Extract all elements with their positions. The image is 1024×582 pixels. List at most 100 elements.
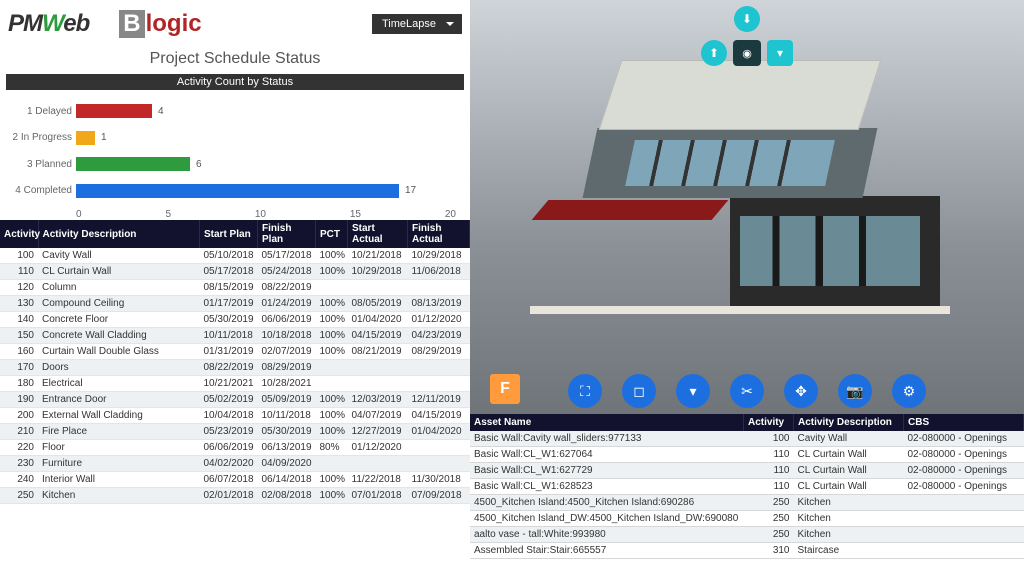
table-row[interactable]: 110CL Curtain Wall05/17/201805/24/201810… xyxy=(0,264,470,280)
chart-bar[interactable] xyxy=(76,184,399,198)
model-viewer[interactable]: ⬇ ⬆ ◉ ▾ F ⛶ ◻ ▾ ✂ ✥ 📷 ⚙ xyxy=(470,0,1024,414)
table-row[interactable]: Basic Wall:CL_W1:628523110CL Curtain Wal… xyxy=(470,479,1024,495)
table-cell: Concrete Floor xyxy=(38,312,200,328)
table-cell: 11/06/2018 xyxy=(408,264,470,280)
table-cell xyxy=(904,511,1024,527)
table-header[interactable]: Activity xyxy=(0,220,38,248)
table-row[interactable]: 220Floor06/06/201906/13/201980%01/12/202… xyxy=(0,440,470,456)
asset-table[interactable]: Asset NameActivityActivity DescriptionCB… xyxy=(470,414,1024,559)
status-bar-chart[interactable]: 1 Delayed2 In Progress3 Planned4 Complet… xyxy=(6,90,464,220)
table-cell: 07/09/2018 xyxy=(408,488,470,504)
table-row[interactable]: Assembled Stair:Stair:665557310Staircase xyxy=(470,543,1024,559)
table-cell: 80% xyxy=(316,440,348,456)
table-row[interactable]: 100Cavity Wall05/10/201805/17/2018100%10… xyxy=(0,248,470,264)
table-cell xyxy=(408,360,470,376)
table-cell: External Wall Cladding xyxy=(38,408,200,424)
table-row[interactable]: 150Concrete Wall Cladding10/11/201810/18… xyxy=(0,328,470,344)
table-header[interactable]: Activity Description xyxy=(794,414,904,431)
table-cell xyxy=(316,280,348,296)
chart-x-tick: 10 xyxy=(255,209,266,220)
table-cell: 12/03/2019 xyxy=(348,392,408,408)
page-title: Project Schedule Status xyxy=(0,48,470,74)
table-cell: Kitchen xyxy=(794,495,904,511)
table-row[interactable]: Basic Wall:CL_W1:627064110CL Curtain Wal… xyxy=(470,447,1024,463)
table-cell: 04/02/2020 xyxy=(200,456,258,472)
table-cell: Floor xyxy=(38,440,200,456)
table-cell: Interior Wall xyxy=(38,472,200,488)
table-cell: 12/27/2019 xyxy=(348,424,408,440)
chart-y-label: 2 In Progress xyxy=(6,132,72,143)
table-header[interactable]: Start Plan xyxy=(200,220,258,248)
table-header[interactable]: CBS xyxy=(904,414,1024,431)
table-cell: 10/29/2018 xyxy=(408,248,470,264)
table-cell: 02/07/2019 xyxy=(258,344,316,360)
table-cell: 05/17/2018 xyxy=(258,248,316,264)
table-header[interactable]: Finish Plan xyxy=(258,220,316,248)
table-cell: 08/22/2019 xyxy=(258,280,316,296)
chart-x-tick: 15 xyxy=(350,209,361,220)
chart-bar[interactable] xyxy=(76,157,190,171)
table-row[interactable]: aalto vase - tall:White:993980250Kitchen xyxy=(470,527,1024,543)
table-header[interactable]: Finish Actual xyxy=(408,220,470,248)
table-cell xyxy=(348,360,408,376)
scroll-down-button[interactable]: ⬇ xyxy=(734,6,760,32)
table-header[interactable]: Activity xyxy=(744,414,794,431)
expand-button[interactable]: ⛶ xyxy=(568,374,602,408)
camera-button[interactable]: 📷 xyxy=(838,374,872,408)
table-header[interactable]: Start Actual xyxy=(348,220,408,248)
chart-title: Activity Count by Status xyxy=(6,74,464,90)
settings-button[interactable]: ⚙ xyxy=(892,374,926,408)
chart-x-tick: 5 xyxy=(165,209,171,220)
table-cell: 100% xyxy=(316,248,348,264)
table-row[interactable]: 250Kitchen02/01/201802/08/2018100%07/01/… xyxy=(0,488,470,504)
table-row[interactable]: 170Doors08/22/201908/29/2019 xyxy=(0,360,470,376)
chart-bar[interactable] xyxy=(76,131,95,145)
schedule-table[interactable]: ActivityActivity DescriptionStart PlanFi… xyxy=(0,220,470,504)
filter-button[interactable]: ▾ xyxy=(767,40,793,66)
chart-bar-value: 17 xyxy=(405,185,416,196)
table-row[interactable]: 240Interior Wall06/07/201806/14/2018100%… xyxy=(0,472,470,488)
table-cell: 05/24/2018 xyxy=(258,264,316,280)
table-row[interactable]: 180Electrical10/21/202110/28/2021 xyxy=(0,376,470,392)
orbit-button[interactable]: ✥ xyxy=(784,374,818,408)
table-header[interactable]: PCT xyxy=(316,220,348,248)
table-cell: 150 xyxy=(0,328,38,344)
table-cell: Kitchen xyxy=(794,527,904,543)
table-row[interactable]: 210Fire Place05/23/201905/30/2019100%12/… xyxy=(0,424,470,440)
table-row[interactable]: Basic Wall:Cavity wall_sliders:977133100… xyxy=(470,431,1024,447)
scroll-up-button[interactable]: ⬆ xyxy=(701,40,727,66)
table-header[interactable]: Asset Name xyxy=(470,414,744,431)
table-cell: 100% xyxy=(316,424,348,440)
table-row[interactable]: 4500_Kitchen Island_DW:4500_Kitchen Isla… xyxy=(470,511,1024,527)
chart-bar[interactable] xyxy=(76,104,152,118)
table-row[interactable]: 230Furniture04/02/202004/09/2020 xyxy=(0,456,470,472)
table-cell: 01/24/2019 xyxy=(258,296,316,312)
table-cell: Assembled Stair:Stair:665557 xyxy=(470,543,744,559)
table-cell: 05/30/2019 xyxy=(200,312,258,328)
table-row[interactable]: 140Concrete Floor05/30/201906/06/2019100… xyxy=(0,312,470,328)
table-cell: 12/11/2019 xyxy=(408,392,470,408)
table-cell: Basic Wall:CL_W1:627064 xyxy=(470,447,744,463)
table-cell: CL Curtain Wall xyxy=(794,479,904,495)
table-cell: 100% xyxy=(316,264,348,280)
chart-x-tick: 0 xyxy=(76,209,82,220)
timelapse-dropdown[interactable]: TimeLapse xyxy=(372,14,462,34)
target-button[interactable]: ◉ xyxy=(733,40,761,66)
logo-pmweb: PMWeb xyxy=(8,10,89,38)
select-box-button[interactable]: ◻ xyxy=(622,374,656,408)
table-row[interactable]: 200External Wall Cladding10/04/201810/11… xyxy=(0,408,470,424)
logo-blogic: Blogic xyxy=(119,10,201,38)
cut-button[interactable]: ✂ xyxy=(730,374,764,408)
table-cell: 02-080000 - Openings xyxy=(904,463,1024,479)
table-row[interactable]: 120Column08/15/201908/22/2019 xyxy=(0,280,470,296)
table-cell: 100% xyxy=(316,328,348,344)
filter-clear-button[interactable]: ▾ xyxy=(676,374,710,408)
table-header[interactable]: Activity Description xyxy=(38,220,200,248)
table-row[interactable]: Basic Wall:CL_W1:627729110CL Curtain Wal… xyxy=(470,463,1024,479)
table-row[interactable]: 130Compound Ceiling01/17/201901/24/20191… xyxy=(0,296,470,312)
table-cell: 10/18/2018 xyxy=(258,328,316,344)
table-cell: 05/10/2018 xyxy=(200,248,258,264)
table-row[interactable]: 4500_Kitchen Island:4500_Kitchen Island:… xyxy=(470,495,1024,511)
table-row[interactable]: 190Entrance Door05/02/201905/09/2019100%… xyxy=(0,392,470,408)
table-row[interactable]: 160Curtain Wall Double Glass01/31/201902… xyxy=(0,344,470,360)
